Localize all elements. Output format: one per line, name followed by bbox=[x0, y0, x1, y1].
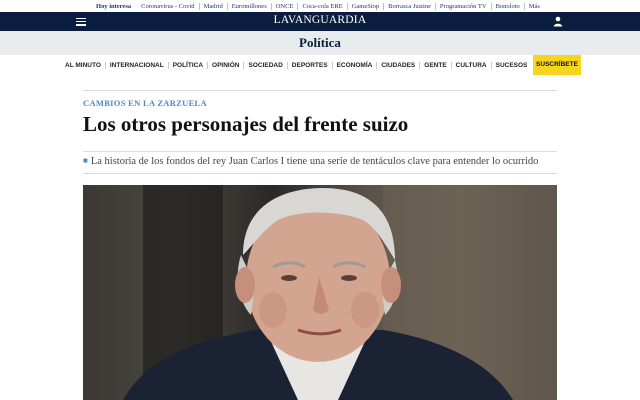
section-band: Política bbox=[0, 31, 640, 55]
article-kicker[interactable]: CAMBIOS EN LA ZARZUELA bbox=[83, 98, 207, 108]
nav-item-cultura[interactable]: CULTURA bbox=[450, 61, 491, 69]
trending-item[interactable]: Borrasca Justine bbox=[383, 2, 435, 10]
trending-label: Hoy interesa bbox=[96, 2, 132, 10]
trending-item[interactable]: Madrid bbox=[198, 2, 227, 10]
nav-item-ciudades[interactable]: CIUDADES bbox=[376, 61, 419, 69]
nav-item-internacional[interactable]: INTERNACIONAL bbox=[104, 61, 168, 69]
user-icon[interactable] bbox=[553, 16, 563, 27]
trending-item[interactable]: ONCE bbox=[270, 2, 298, 10]
nav-item-politica[interactable]: POLÍTICA bbox=[167, 61, 207, 69]
nav-item-gente[interactable]: GENTE bbox=[419, 61, 450, 69]
divider bbox=[83, 151, 557, 152]
section-title[interactable]: Política bbox=[299, 35, 341, 50]
trending-item[interactable]: GameStop bbox=[346, 2, 383, 10]
trending-item[interactable]: Programación TV bbox=[434, 2, 491, 10]
nav-item-sucesos[interactable]: SUCESOS bbox=[490, 61, 532, 69]
trending-more[interactable]: Más bbox=[523, 2, 544, 10]
divider bbox=[83, 90, 557, 91]
divider bbox=[83, 173, 557, 174]
nav-item-opinion[interactable]: OPINIÓN bbox=[207, 61, 243, 69]
article-photo[interactable] bbox=[83, 185, 557, 400]
article-headline: Los otros personajes del frente suizo bbox=[83, 112, 409, 136]
subscribe-button[interactable]: SUSCRÍBETE bbox=[533, 55, 581, 75]
article-subheadline: ■ La historia de los fondos del rey Juan … bbox=[83, 156, 563, 167]
nav-item-deportes[interactable]: DEPORTES bbox=[286, 61, 332, 69]
trending-item[interactable]: Coronavirus - Covid bbox=[137, 3, 198, 10]
site-logo[interactable]: LAVANGUARDIA bbox=[0, 14, 640, 26]
nav-item-al-minuto[interactable]: AL MINUTO bbox=[61, 62, 105, 69]
bullet-icon: ■ bbox=[83, 156, 88, 165]
subheadline-text: La historia de los fondos del rey Juan C… bbox=[90, 156, 539, 167]
trending-item[interactable]: Coca-cola ERE bbox=[297, 2, 346, 10]
nav-item-sociedad[interactable]: SOCIEDAD bbox=[243, 61, 286, 69]
portrait-image bbox=[123, 185, 557, 400]
trending-bar: Hoy interesa Coronavirus - Covid Madrid … bbox=[0, 0, 640, 12]
nav-item-economia[interactable]: ECONOMÍA bbox=[331, 61, 377, 69]
site-header: LAVANGUARDIA bbox=[0, 12, 640, 31]
trending-item[interactable]: Bonoloto bbox=[490, 2, 524, 10]
trending-item[interactable]: Euromillones bbox=[226, 2, 271, 10]
